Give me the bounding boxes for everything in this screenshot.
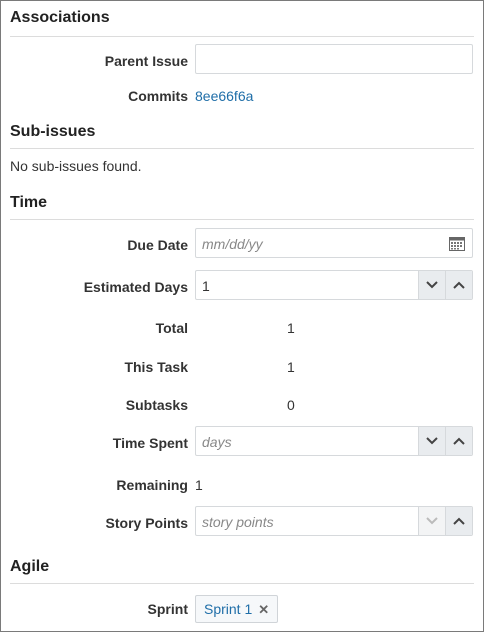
due-date-label: Due Date (127, 237, 188, 253)
due-date-placeholder: mm/dd/yy (202, 236, 263, 252)
chevron-up-icon (453, 517, 465, 525)
estimated-days-value: 1 (202, 278, 210, 294)
estimated-days-label: Estimated Days (83, 279, 188, 295)
sub-issues-heading: Sub-issues (10, 123, 96, 140)
remaining-value: 1 (195, 477, 203, 493)
agile-divider (10, 583, 474, 584)
associations-heading: Associations (10, 9, 110, 26)
time-divider (10, 219, 474, 220)
subtasks-label: Subtasks (125, 397, 188, 413)
chevron-up-icon (453, 437, 465, 445)
story-points-placeholder: story points (202, 514, 274, 530)
close-icon[interactable]: ✕ (258, 602, 269, 617)
commits-label: Commits (128, 88, 188, 104)
time-spent-decrement-button[interactable] (418, 427, 445, 455)
sprint-chip[interactable]: Sprint 1 ✕ (195, 595, 279, 623)
chevron-down-icon (426, 281, 438, 289)
subtasks-value: 0 (287, 397, 295, 413)
story-points-stepper[interactable]: story points (195, 506, 473, 536)
time-spent-label: Time Spent (112, 435, 188, 451)
estimated-days-decrement-button[interactable] (418, 271, 445, 299)
associations-divider (10, 36, 474, 37)
chevron-up-icon (453, 281, 465, 289)
time-spent-stepper[interactable]: days (195, 426, 473, 456)
story-points-decrement-button[interactable] (418, 507, 445, 535)
total-label: Total (155, 320, 188, 336)
calendar-icon[interactable] (449, 236, 465, 254)
remaining-label: Remaining (116, 477, 188, 493)
total-value: 1 (287, 320, 295, 336)
time-spent-increment-button[interactable] (445, 427, 472, 455)
story-points-label: Story Points (105, 515, 188, 531)
estimated-days-stepper[interactable]: 1 (195, 270, 473, 300)
issue-details-panel: Associations Parent Issue Commits 8ee66f… (0, 0, 484, 632)
time-spent-placeholder: days (202, 434, 232, 450)
estimated-days-increment-button[interactable] (445, 271, 472, 299)
commit-link[interactable]: 8ee66f6a (195, 88, 253, 104)
no-sub-issues-text: No sub-issues found. (10, 158, 142, 174)
chevron-down-icon (426, 437, 438, 445)
due-date-input[interactable]: mm/dd/yy (195, 228, 473, 258)
sprint-label: Sprint (147, 601, 188, 617)
this-task-label: This Task (124, 359, 188, 375)
agile-heading: Agile (10, 558, 50, 575)
parent-issue-label: Parent Issue (104, 53, 188, 69)
time-heading: Time (10, 194, 48, 211)
chevron-down-icon (426, 517, 438, 525)
sprint-chip-label: Sprint 1 (204, 601, 253, 617)
story-points-increment-button[interactable] (445, 507, 472, 535)
sub-issues-divider (10, 148, 474, 149)
this-task-value: 1 (287, 359, 295, 375)
parent-issue-input[interactable] (195, 44, 473, 74)
